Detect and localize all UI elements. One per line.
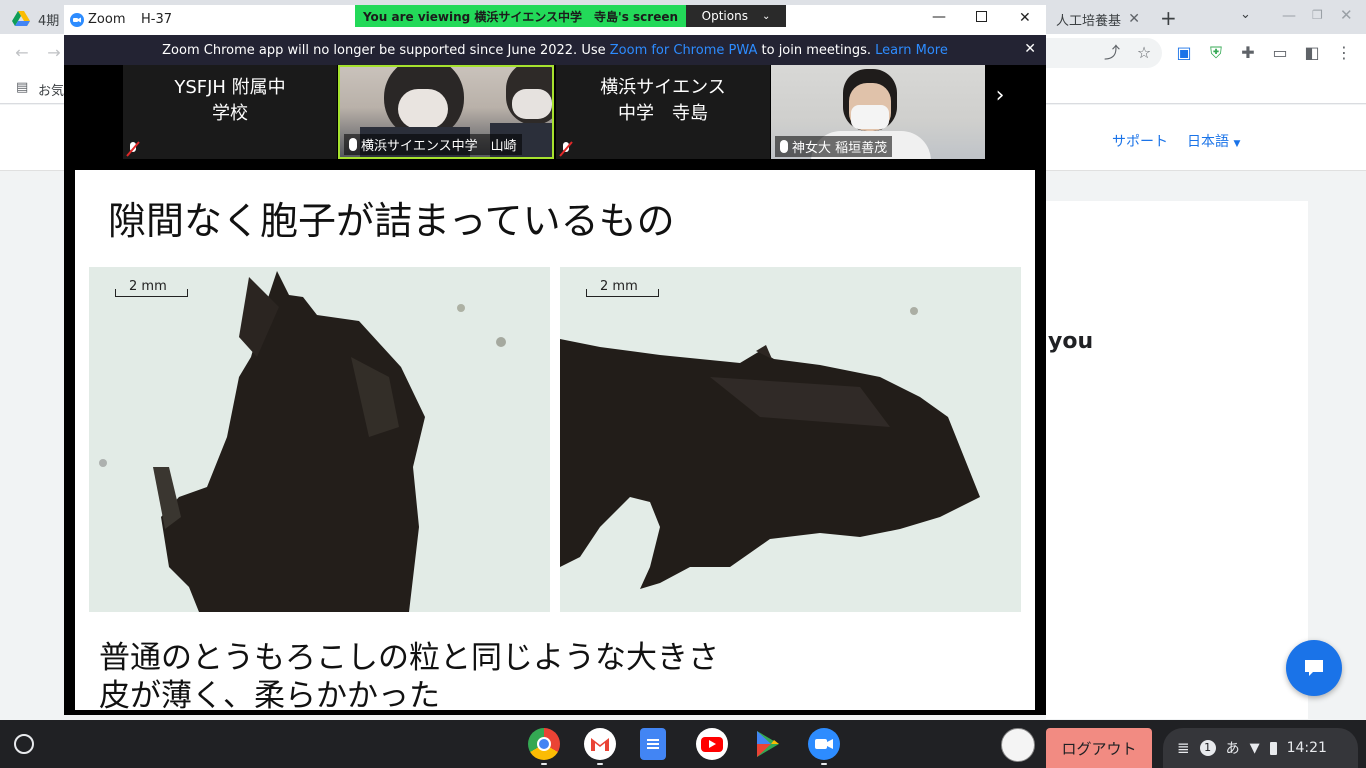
viewing-banner: You are viewing 横浜サイエンス中学 寺島's screen Op… — [355, 5, 786, 27]
participant-label: 横浜サイエンス中学 山崎 — [344, 134, 522, 155]
browser-tab-left[interactable]: 4期 — [12, 4, 68, 34]
window-close-icon[interactable]: ✕ — [1340, 6, 1353, 24]
scale-bar — [115, 289, 188, 297]
wifi-icon: ▼ — [1249, 740, 1260, 756]
participant-tile[interactable]: 神女大 稲垣善茂 — [771, 65, 985, 159]
battery-icon — [1269, 741, 1277, 755]
tab-close-icon[interactable]: ✕ — [1128, 11, 1140, 27]
zoom-maximize-icon[interactable] — [976, 11, 987, 22]
running-indicator — [541, 763, 547, 765]
zoom-minimize-icon[interactable]: — — [932, 9, 946, 25]
share-icon[interactable]: ⤴ — [1102, 43, 1122, 63]
status-tray[interactable]: ≣ 1 あ ▼ 14:21 — [1163, 728, 1358, 768]
clipboard-icon: ≣ — [1177, 739, 1190, 757]
zoom-app-icon[interactable] — [808, 728, 840, 760]
participant-name-line2: 学校 — [212, 103, 248, 124]
mic-icon — [780, 140, 788, 153]
scale-bar — [586, 289, 659, 297]
bookmark-folder-icon: ▤ — [16, 80, 29, 95]
bookmark-label[interactable]: お気 — [38, 80, 64, 99]
specimen-image — [89, 267, 550, 612]
back-icon[interactable]: ← — [12, 43, 32, 63]
zoom-close-icon[interactable]: ✕ — [1019, 10, 1031, 26]
pwa-link[interactable]: Zoom for Chrome PWA — [610, 43, 758, 58]
shared-screen: 隙間なく胞子が詰まっているもの 2 mm 2 mm 普通のとうもろこしの粒と同じ… — [75, 170, 1035, 714]
browser-tab-right[interactable]: 人工培養基 ✕ — [1046, 4, 1146, 34]
participant-name: 横浜サイエンス中学 山崎 — [361, 139, 517, 154]
running-indicator — [821, 763, 827, 765]
caret-down-icon: ▼ — [1233, 139, 1241, 149]
play-store-app-icon[interactable] — [752, 728, 784, 760]
specimen-photo-right: 2 mm — [560, 267, 1021, 612]
participant-name-line1: YSFJH 附属中 — [174, 77, 286, 98]
chevron-down-icon: ⌄ — [761, 10, 771, 22]
youtube-app-icon[interactable] — [696, 728, 728, 760]
notice-close-icon[interactable]: ✕ — [1024, 41, 1036, 57]
tab-title: 人工培養基 — [1056, 13, 1122, 29]
meeting-title: H-37 — [141, 12, 173, 27]
participant-label: 神女大 稲垣善茂 — [775, 136, 893, 157]
account-avatar[interactable] — [1001, 728, 1035, 762]
zoom-app-name: Zoom — [88, 12, 126, 27]
specimen-photo-left: 2 mm — [89, 267, 550, 612]
participant-tile-active[interactable]: 横浜サイエンス中学 山崎 — [338, 65, 554, 159]
page-content-card: you — [1046, 201, 1308, 719]
notice-mid-text: to join meetings. — [757, 42, 876, 58]
support-link[interactable]: サポート — [1112, 131, 1168, 151]
shelf — [0, 720, 1366, 768]
language-select[interactable]: 日本語 ▼ — [1187, 131, 1240, 151]
specimen-image — [560, 267, 1021, 612]
launcher-button[interactable] — [14, 734, 34, 754]
clock: 14:21 — [1286, 740, 1327, 756]
screenshot-extension-icon[interactable]: ▣ — [1174, 43, 1194, 63]
tab-title: 4期 — [38, 13, 60, 29]
participant-tile[interactable]: 横浜サイエンス 中学 寺島 — [556, 65, 770, 159]
extensions-icon[interactable]: ✚ — [1238, 43, 1258, 63]
zoom-window: Zoom H-37 — ✕ Zoom Chrome app will no lo… — [64, 5, 1046, 715]
next-participants-icon[interactable]: › — [988, 83, 1012, 109]
mic-icon — [349, 138, 357, 151]
notification-count: 1 — [1199, 740, 1216, 756]
participant-name-line1: 横浜サイエンス — [600, 77, 726, 98]
logout-button[interactable]: ログアウト — [1046, 728, 1152, 768]
side-panel-icon[interactable]: ◧ — [1302, 43, 1322, 63]
mic-muted-icon — [126, 141, 140, 157]
forward-icon[interactable]: → — [44, 43, 64, 63]
chrome-menu-icon[interactable]: ⋮ — [1334, 43, 1354, 63]
ime-indicator: あ — [1225, 741, 1240, 757]
bookmark-star-icon[interactable]: ☆ — [1134, 43, 1154, 63]
learn-more-link[interactable]: Learn More — [875, 43, 948, 58]
docs-app-icon[interactable] — [640, 728, 666, 760]
shield-extension-icon[interactable]: ⛨ — [1206, 43, 1226, 63]
slide-title: 隙間なく胞子が詰まっているもの — [108, 199, 675, 243]
chat-button[interactable] — [1286, 640, 1342, 696]
deprecation-notice: Zoom Chrome app will no longer be suppor… — [64, 35, 1046, 65]
chat-icon — [1305, 660, 1323, 676]
participant-name: 神女大 稲垣善茂 — [792, 141, 888, 156]
tab-search-icon[interactable]: ⌄ — [1240, 7, 1251, 22]
running-indicator — [597, 763, 603, 765]
slide-text-line: 皮が薄く、柔らかかった — [99, 678, 440, 714]
drive-icon — [12, 11, 30, 26]
view-options-button[interactable]: Options ⌄ — [686, 5, 786, 27]
cast-icon[interactable]: ▭ — [1270, 43, 1290, 63]
notice-text: Zoom Chrome app will no longer be suppor… — [162, 42, 610, 58]
participant-tile[interactable]: YSFJH 附属中 学校 — [123, 65, 337, 159]
mic-muted-icon — [559, 141, 573, 157]
options-label: Options — [701, 9, 748, 23]
language-label: 日本語 — [1187, 134, 1229, 150]
window-restore-icon[interactable]: ❐ — [1312, 8, 1323, 22]
participant-name-line2: 中学 寺島 — [618, 103, 708, 124]
new-tab-icon[interactable]: + — [1160, 6, 1177, 30]
window-minimize-icon[interactable]: — — [1282, 8, 1296, 24]
gmail-app-icon[interactable] — [584, 728, 616, 760]
chrome-app-icon[interactable] — [528, 728, 560, 760]
zoom-logo-icon — [70, 13, 84, 27]
viewing-label: You are viewing 横浜サイエンス中学 寺島's screen — [355, 5, 686, 27]
page-partial-text: you — [1048, 329, 1094, 354]
